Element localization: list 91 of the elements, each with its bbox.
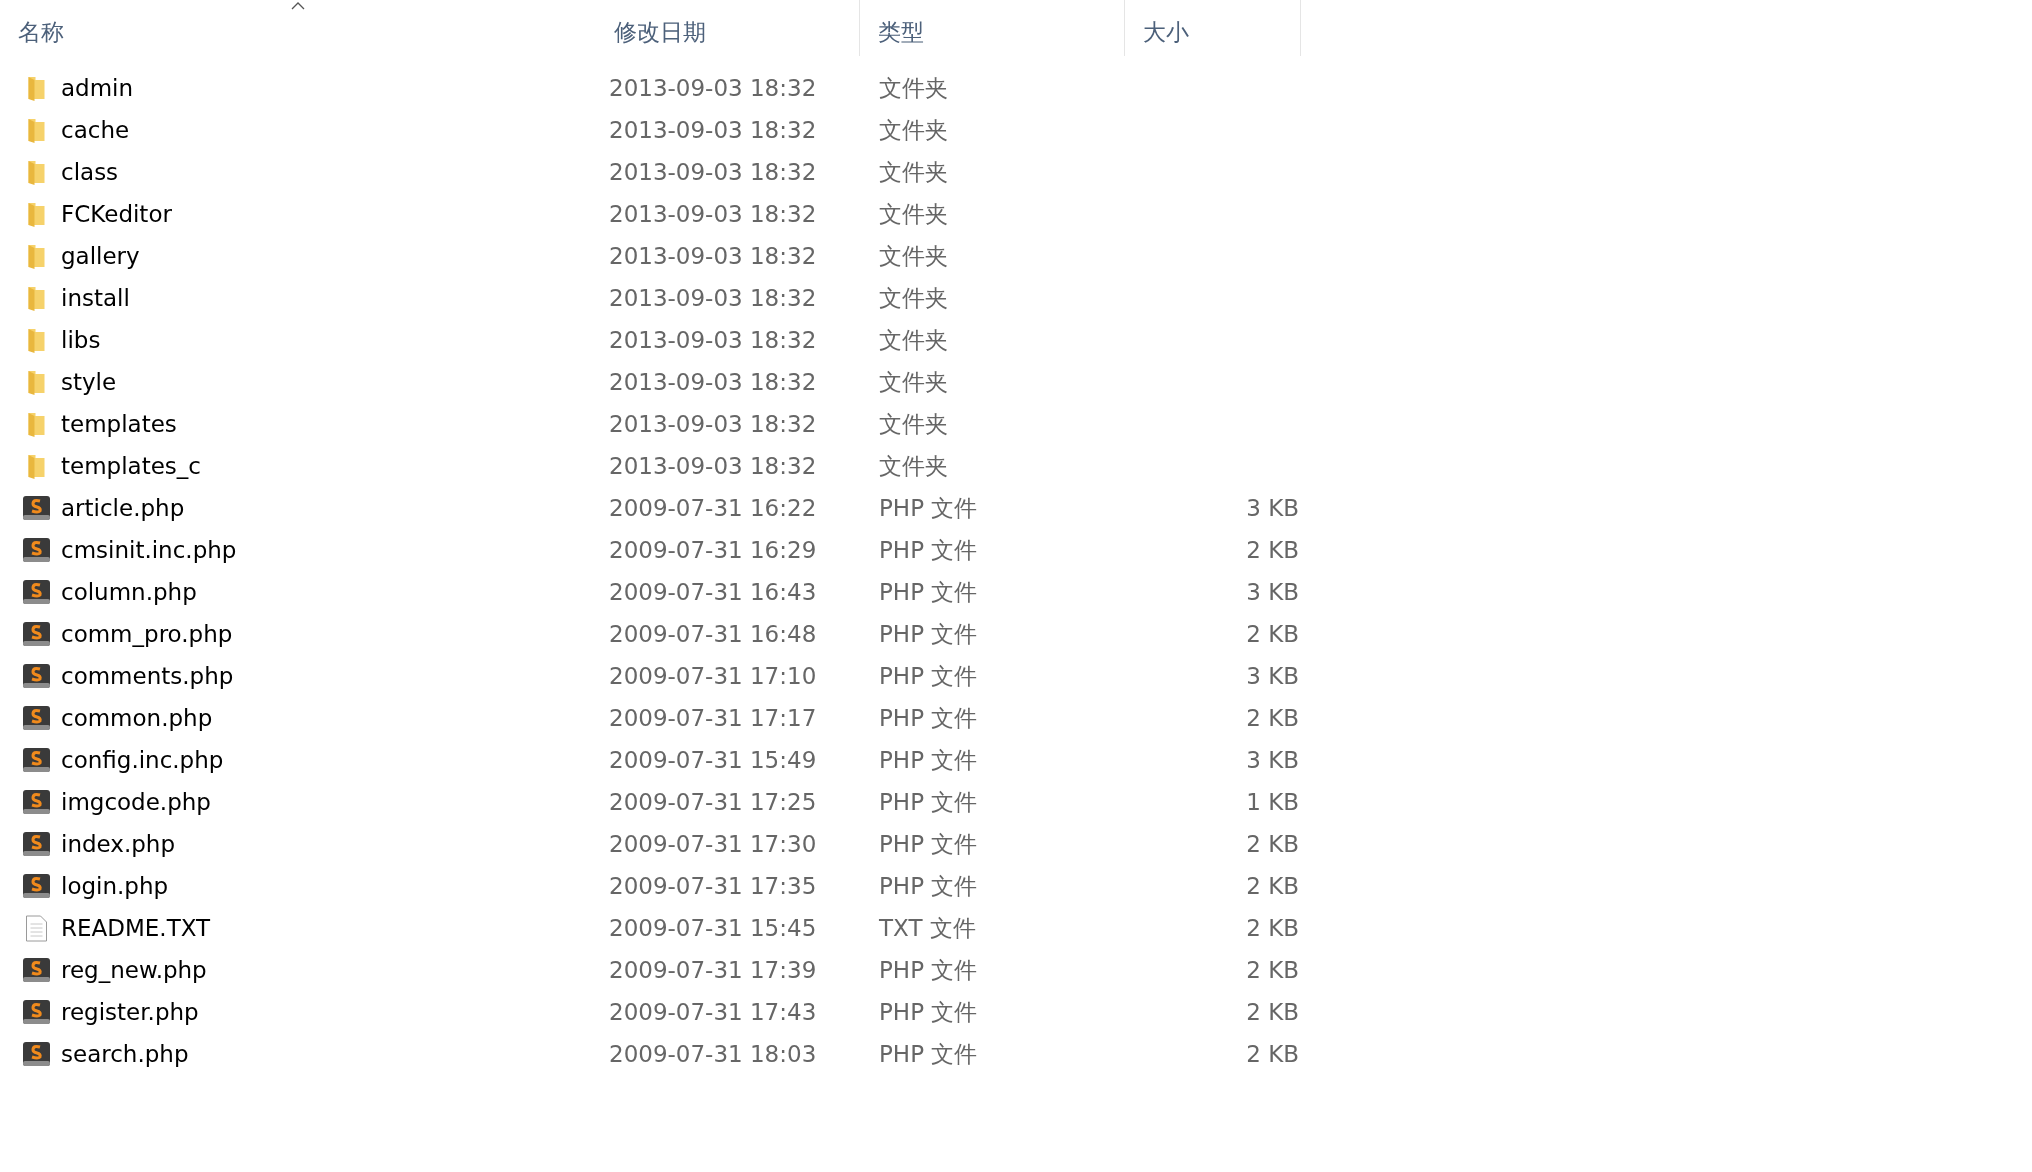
modified-date: 2013-09-03 18:32: [609, 75, 817, 101]
modified-date: 2013-09-03 18:32: [609, 411, 817, 437]
file-type: PHP 文件: [879, 620, 978, 647]
file-name[interactable]: FCKeditor: [61, 201, 172, 227]
file-size: 3 KB: [1246, 747, 1299, 773]
file-name[interactable]: config.inc.php: [61, 747, 224, 773]
file-name[interactable]: article.php: [61, 495, 185, 521]
file-size: 3 KB: [1246, 495, 1299, 521]
modified-date: 2009-07-31 17:25: [609, 789, 817, 815]
modified-date: 2013-09-03 18:32: [609, 201, 817, 227]
file-name[interactable]: imgcode.php: [61, 789, 211, 815]
file-type: 文件夹: [879, 326, 948, 353]
file-name[interactable]: class: [61, 159, 119, 185]
modified-date: 2013-09-03 18:32: [609, 159, 817, 185]
file-type: PHP 文件: [879, 536, 978, 563]
modified-date: 2009-07-31 17:43: [609, 999, 817, 1025]
modified-date: 2013-09-03 18:32: [609, 327, 817, 353]
file-name[interactable]: templates: [61, 411, 177, 437]
modified-date: 2013-09-03 18:32: [609, 243, 817, 269]
file-type: PHP 文件: [879, 1040, 978, 1067]
file-name[interactable]: README.TXT: [61, 915, 211, 941]
modified-date: 2009-07-31 15:45: [609, 915, 817, 941]
file-size: 2 KB: [1246, 1041, 1299, 1067]
file-type: PHP 文件: [879, 704, 978, 731]
file-size: 2 KB: [1246, 873, 1299, 899]
file-type: 文件夹: [879, 410, 948, 437]
file-type: PHP 文件: [879, 494, 978, 521]
file-name[interactable]: register.php: [61, 999, 199, 1025]
file-type: 文件夹: [879, 242, 948, 269]
file-name[interactable]: comments.php: [61, 663, 234, 689]
file-type: 文件夹: [879, 116, 948, 143]
file-size: 2 KB: [1246, 957, 1299, 983]
sort-ascending-icon: [291, 2, 305, 10]
modified-date: 2013-09-03 18:32: [609, 285, 817, 311]
file-size: 2 KB: [1246, 831, 1299, 857]
modified-date: 2013-09-03 18:32: [609, 369, 817, 395]
file-size: 2 KB: [1246, 705, 1299, 731]
file-name[interactable]: reg_new.php: [61, 957, 207, 983]
modified-date: 2013-09-03 18:32: [609, 453, 817, 479]
file-name[interactable]: templates_c: [61, 453, 201, 479]
modified-date: 2009-07-31 17:30: [609, 831, 817, 857]
file-type: TXT 文件: [879, 914, 976, 941]
file-name[interactable]: common.php: [61, 705, 213, 731]
file-size: 2 KB: [1246, 621, 1299, 647]
column-header[interactable]: 修改日期: [596, 0, 860, 56]
file-type: PHP 文件: [879, 578, 978, 605]
file-size: 3 KB: [1246, 663, 1299, 689]
file-type: PHP 文件: [879, 872, 978, 899]
file-type: 文件夹: [879, 452, 948, 479]
file-size: 2 KB: [1246, 915, 1299, 941]
file-name[interactable]: comm_pro.php: [61, 621, 233, 647]
file-type: 文件夹: [879, 74, 948, 101]
modified-date: 2009-07-31 15:49: [609, 747, 817, 773]
file-type: 文件夹: [879, 368, 948, 395]
column-header[interactable]: 名称: [0, 0, 596, 56]
modified-date: 2009-07-31 18:03: [609, 1041, 817, 1067]
column-header[interactable]: 大小: [1125, 0, 1301, 56]
file-name[interactable]: index.php: [61, 831, 175, 857]
file-type: PHP 文件: [879, 998, 978, 1025]
file-name[interactable]: admin: [61, 75, 134, 101]
file-name[interactable]: cache: [61, 117, 130, 143]
file-type: PHP 文件: [879, 830, 978, 857]
file-name[interactable]: libs: [61, 327, 101, 353]
file-name[interactable]: cmsinit.inc.php: [61, 537, 237, 563]
modified-date: 2009-07-31 16:48: [609, 621, 817, 647]
file-name[interactable]: style: [61, 369, 117, 395]
modified-date: 2013-09-03 18:32: [609, 117, 817, 143]
file-type: 文件夹: [879, 158, 948, 185]
file-type: PHP 文件: [879, 662, 978, 689]
modified-date: 2009-07-31 16:43: [609, 579, 817, 605]
file-name[interactable]: login.php: [61, 873, 169, 899]
modified-date: 2009-07-31 17:35: [609, 873, 817, 899]
file-type: 文件夹: [879, 284, 948, 311]
modified-date: 2009-07-31 16:22: [609, 495, 817, 521]
modified-date: 2009-07-31 17:17: [609, 705, 817, 731]
file-name[interactable]: gallery: [61, 243, 140, 269]
file-type: 文件夹: [879, 200, 948, 227]
column-header[interactable]: 类型: [860, 0, 1125, 56]
file-type: PHP 文件: [879, 788, 978, 815]
file-name[interactable]: install: [61, 285, 130, 311]
file-name[interactable]: search.php: [61, 1041, 189, 1067]
file-name[interactable]: column.php: [61, 579, 197, 605]
modified-date: 2009-07-31 17:10: [609, 663, 817, 689]
file-size: 3 KB: [1246, 579, 1299, 605]
modified-date: 2009-07-31 16:29: [609, 537, 817, 563]
file-type: PHP 文件: [879, 746, 978, 773]
modified-date: 2009-07-31 17:39: [609, 957, 817, 983]
file-size: 2 KB: [1246, 537, 1299, 563]
file-size: 2 KB: [1246, 999, 1299, 1025]
file-size: 1 KB: [1246, 789, 1299, 815]
file-type: PHP 文件: [879, 956, 978, 983]
